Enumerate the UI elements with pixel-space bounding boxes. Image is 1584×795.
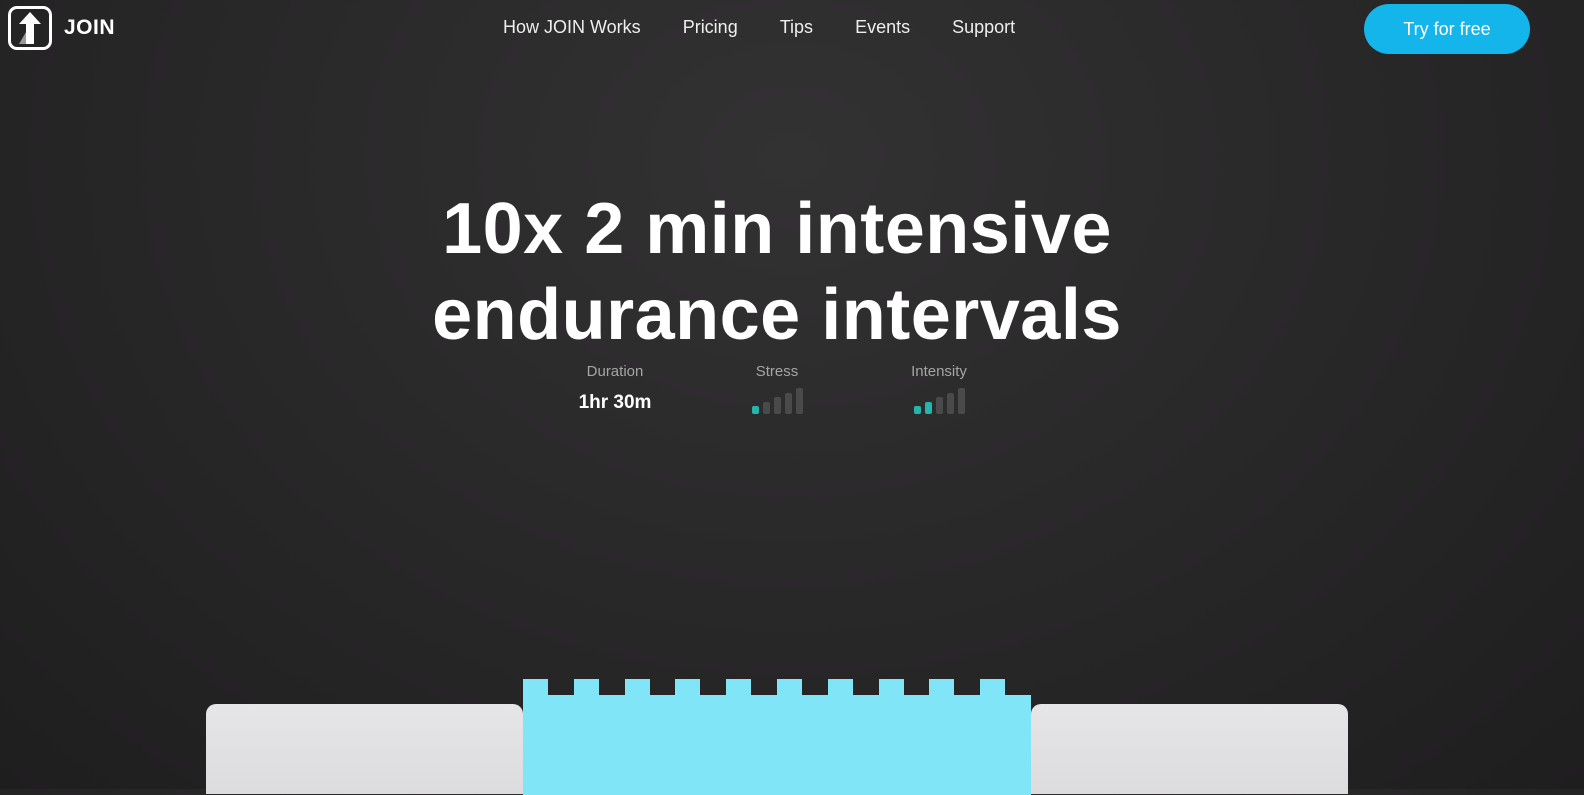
interval-peak [523,679,548,696]
stress-level-bar [784,392,792,414]
logo[interactable]: JOIN [8,6,115,50]
workout-graph-block-right [1031,704,1348,794]
intensity-label: Intensity [911,363,967,380]
stress-level-bar [751,406,759,414]
interval-peak [624,679,650,696]
interval-peak [929,679,955,696]
intensity-level-bar [946,392,954,414]
logo-text: JOIN [64,16,116,39]
title-line-1: 10x 2 min intensive [442,189,1112,269]
interval-peak [675,679,701,696]
title-line-2: endurance intervals [432,275,1122,355]
intensity-level-bar [935,397,943,414]
stress-level-bar [795,388,803,414]
duration-value: 1hr 30m [578,392,652,413]
interval-peak [827,679,853,696]
main-nav: How JOIN Works Pricing Tips Events Suppo… [503,17,1015,38]
workout-title: 10x 2 min intensive endurance intervals [0,186,1554,358]
stress-stat: Stress [707,363,847,414]
nav-how-join-works[interactable]: How JOIN Works [503,17,641,38]
intensity-stat: Intensity [869,363,1009,414]
nav-tips[interactable]: Tips [780,17,813,38]
try-for-free-button[interactable]: Try for free [1364,4,1530,54]
interval-peak [878,679,904,696]
duration-label: Duration [586,363,644,380]
stress-level-bars [707,388,847,414]
workout-graph-block-left [206,704,523,794]
stress-label: Stress [755,363,799,380]
intensity-level-bar [913,406,921,414]
stress-level-bar [773,397,781,414]
intensity-level-bar [924,401,932,414]
interval-peak [777,679,802,696]
nav-support[interactable]: Support [952,17,1015,38]
nav-events[interactable]: Events [855,17,910,38]
interval-peak [980,679,1006,696]
nav-pricing[interactable]: Pricing [683,17,738,38]
intensity-level-bar [957,388,965,414]
stress-level-bar [762,401,770,414]
interval-peak [573,679,599,696]
intensity-level-bars [869,388,1009,414]
workout-graph-interval-block [523,695,1031,795]
duration-stat: Duration 1hr 30m [545,363,685,414]
interval-peak [726,679,752,696]
join-arrow-icon [8,6,52,50]
